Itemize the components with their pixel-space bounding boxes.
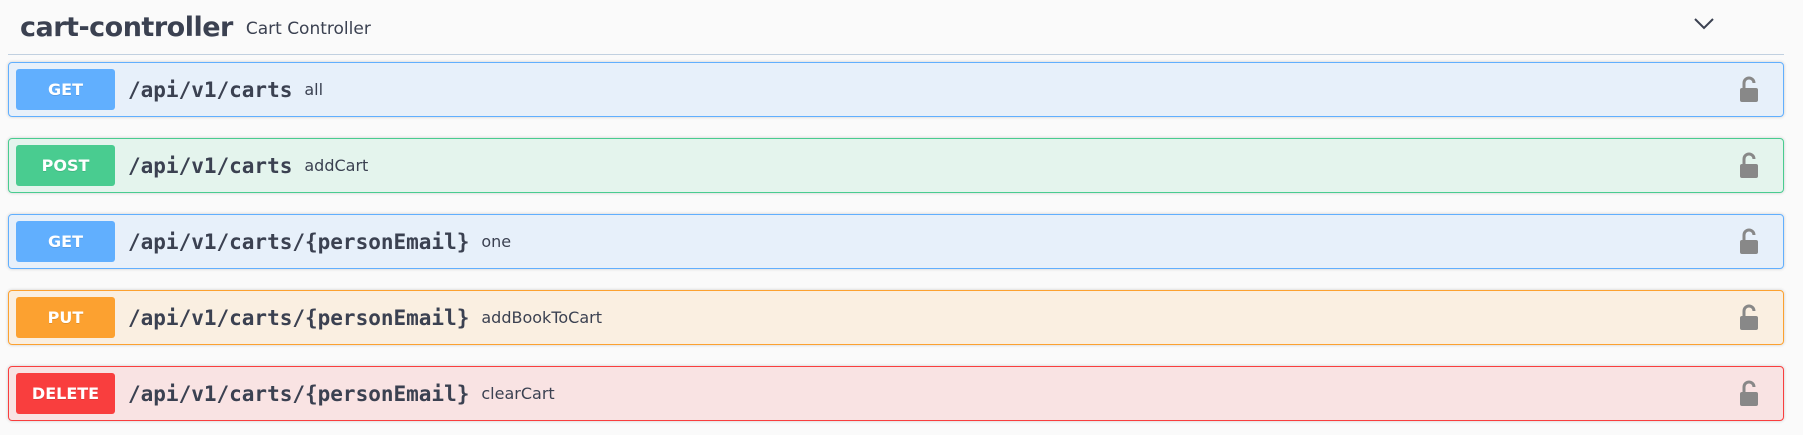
operation-summary: one <box>481 232 512 251</box>
operation-get-cart-by-email[interactable]: GET /api/v1/carts/{personEmail} one <box>8 214 1784 269</box>
operation-summary: clearCart <box>481 384 555 403</box>
unlocked-padlock-icon[interactable] <box>1737 379 1761 407</box>
tag-description: Cart Controller <box>245 19 371 39</box>
tag-section-header[interactable]: cart-controller Cart Controller <box>8 0 1784 55</box>
unlocked-padlock-icon[interactable] <box>1737 75 1761 103</box>
operation-path: /api/v1/carts/{personEmail} <box>128 305 470 330</box>
chevron-down-icon[interactable] <box>1692 12 1716 36</box>
operation-path: /api/v1/carts/{personEmail} <box>128 229 470 254</box>
tag-name: cart-controller <box>20 11 233 43</box>
operation-post-carts[interactable]: POST /api/v1/carts addCart <box>8 138 1784 193</box>
operation-summary: addCart <box>304 156 369 175</box>
operation-path: /api/v1/carts <box>128 77 293 102</box>
unlocked-padlock-icon[interactable] <box>1737 303 1761 331</box>
method-badge: GET <box>16 69 115 110</box>
operation-path: /api/v1/carts <box>128 153 293 178</box>
operation-path: /api/v1/carts/{personEmail} <box>128 381 470 406</box>
method-badge: DELETE <box>16 373 115 414</box>
unlocked-padlock-icon[interactable] <box>1737 151 1761 179</box>
unlocked-padlock-icon[interactable] <box>1737 227 1761 255</box>
operation-get-carts[interactable]: GET /api/v1/carts all <box>8 62 1784 117</box>
method-badge: POST <box>16 145 115 186</box>
operation-summary: all <box>304 80 324 99</box>
operations-list: GET /api/v1/carts all POST /api/v1/carts… <box>8 62 1784 435</box>
operation-summary: addBookToCart <box>481 308 602 327</box>
operation-delete-cart-by-email[interactable]: DELETE /api/v1/carts/{personEmail} clear… <box>8 366 1784 421</box>
swagger-ui-page: cart-controller Cart Controller GET /api… <box>0 0 1803 435</box>
method-badge: GET <box>16 221 115 262</box>
method-badge: PUT <box>16 297 115 338</box>
operation-put-cart-by-email[interactable]: PUT /api/v1/carts/{personEmail} addBookT… <box>8 290 1784 345</box>
